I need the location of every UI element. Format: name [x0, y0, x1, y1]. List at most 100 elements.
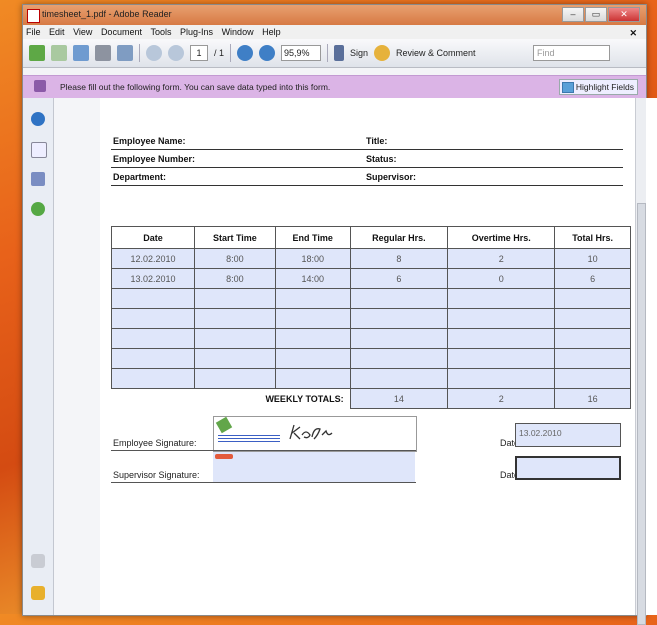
table-cell-field[interactable]: [111, 308, 195, 329]
zoom-input[interactable]: 95,9%: [281, 45, 322, 61]
pages-icon[interactable]: [31, 142, 47, 158]
table-cell-field[interactable]: 10: [554, 248, 631, 269]
menu-edit[interactable]: Edit: [46, 25, 68, 39]
sign-button[interactable]: Sign: [350, 48, 368, 58]
table-cell-field[interactable]: [447, 308, 556, 329]
table-cell-field[interactable]: 18:00: [274, 248, 351, 269]
zoom-out-icon[interactable]: [237, 45, 254, 61]
table-row: [111, 288, 631, 309]
review-comment-button[interactable]: Review & Comment: [396, 48, 476, 58]
table-cell-field[interactable]: [193, 288, 276, 309]
table-cell-field[interactable]: [349, 328, 449, 349]
help-icon[interactable]: [31, 202, 45, 216]
next-page-icon[interactable]: [168, 45, 184, 61]
table-cell-field[interactable]: 6: [349, 268, 449, 289]
table-cell-field[interactable]: [111, 348, 195, 369]
table-cell-field[interactable]: [111, 288, 195, 309]
table-cell-field[interactable]: [554, 288, 631, 309]
table-cell-field[interactable]: 6: [554, 268, 631, 289]
table-cell-field[interactable]: [554, 328, 631, 349]
table-cell-field[interactable]: 0: [447, 268, 556, 289]
employee-signature-field[interactable]: [213, 416, 417, 452]
signatures-icon[interactable]: [31, 172, 45, 186]
total-overtime-field[interactable]: 2: [447, 388, 556, 409]
toolbar-separator: [139, 44, 140, 62]
table-cell-field[interactable]: [274, 288, 351, 309]
supervisor-date-field[interactable]: [515, 456, 621, 480]
total-hours-field[interactable]: 16: [554, 388, 631, 409]
menu-plugins[interactable]: Plug-Ins: [177, 25, 216, 39]
attachments-icon[interactable]: [31, 554, 45, 568]
employee-date-field[interactable]: 13.02.2010: [515, 423, 621, 447]
menu-bar: File Edit View Document Tools Plug-Ins W…: [23, 25, 646, 39]
table-cell-field[interactable]: [274, 308, 351, 329]
page-number-input[interactable]: 1: [190, 45, 208, 61]
column-header: Regular Hrs.: [349, 226, 449, 249]
comments-icon[interactable]: [31, 586, 45, 600]
table-cell-field[interactable]: [447, 348, 556, 369]
combine-icon[interactable]: [51, 45, 67, 61]
save-icon[interactable]: [73, 45, 89, 61]
highlight-fields-button[interactable]: Highlight Fields: [558, 79, 638, 95]
table-cell-field[interactable]: [193, 328, 276, 349]
table-cell-field[interactable]: [349, 348, 449, 369]
table-cell-field[interactable]: [554, 308, 631, 329]
table-cell-field[interactable]: [111, 368, 195, 389]
email-icon[interactable]: [117, 45, 133, 61]
info-icon[interactable]: [31, 112, 45, 126]
table-cell-field[interactable]: 12.02.2010: [111, 248, 195, 269]
close-button[interactable]: ✕: [608, 7, 640, 22]
table-cell-field[interactable]: [349, 308, 449, 329]
menu-document[interactable]: Document: [98, 25, 145, 39]
form-message: Please fill out the following form. You …: [60, 82, 331, 92]
table-cell-field[interactable]: [111, 328, 195, 349]
document-area: Employee Name: Employee Number: Departme…: [54, 98, 657, 615]
create-pdf-icon[interactable]: [29, 45, 45, 61]
print-icon[interactable]: [95, 45, 111, 61]
handwritten-signature-icon: [289, 424, 333, 440]
table-cell-field[interactable]: [554, 348, 631, 369]
table-cell-field[interactable]: [349, 288, 449, 309]
table-cell-field[interactable]: 8: [349, 248, 449, 269]
table-cell-field[interactable]: [447, 328, 556, 349]
zoom-in-icon[interactable]: [259, 45, 276, 61]
table-cell-field[interactable]: [274, 368, 351, 389]
employee-signature-label: Employee Signature:: [113, 438, 197, 448]
total-regular-field[interactable]: 14: [349, 388, 449, 409]
previous-page-icon[interactable]: [146, 45, 162, 61]
table-cell-field[interactable]: 13.02.2010: [111, 268, 195, 289]
weekly-totals-label: WEEKLY TOTALS:: [265, 393, 344, 404]
table-cell-field[interactable]: [193, 368, 276, 389]
table-cell-field[interactable]: [554, 368, 631, 389]
menu-tools[interactable]: Tools: [147, 25, 174, 39]
table-cell-field[interactable]: [193, 348, 276, 369]
find-input[interactable]: Find: [533, 45, 610, 61]
table-cell-field[interactable]: [274, 348, 351, 369]
table-cell-field[interactable]: 2: [447, 248, 556, 269]
vertical-scrollbar[interactable]: [635, 98, 646, 625]
menu-help[interactable]: Help: [259, 25, 284, 39]
table-cell-field[interactable]: [447, 288, 556, 309]
menu-view[interactable]: View: [70, 25, 95, 39]
menu-window[interactable]: Window: [219, 25, 257, 39]
maximize-button[interactable]: ▭: [585, 7, 607, 22]
table-cell-field[interactable]: 14:00: [274, 268, 351, 289]
table-cell-field[interactable]: 8:00: [193, 248, 276, 269]
table-row: [111, 328, 631, 349]
column-header: Overtime Hrs.: [447, 226, 556, 249]
menu-file[interactable]: File: [23, 25, 44, 39]
table-cell-field[interactable]: [349, 368, 449, 389]
table-cell-field[interactable]: [447, 368, 556, 389]
review-icon: [374, 45, 391, 61]
table-header-row: Date Start Time End Time Regular Hrs. Ov…: [111, 226, 631, 249]
supervisor-signature-field[interactable]: [213, 452, 415, 482]
table-cell-field[interactable]: [274, 328, 351, 349]
title-label: Title:: [366, 136, 388, 146]
table-row: [111, 308, 631, 329]
minimize-button[interactable]: –: [562, 7, 584, 22]
page-total: / 1: [214, 48, 225, 58]
table-cell-field[interactable]: 8:00: [193, 268, 276, 289]
table-cell-field[interactable]: [193, 308, 276, 329]
column-header: Total Hrs.: [554, 226, 631, 249]
scrollbar-thumb[interactable]: [637, 203, 646, 625]
